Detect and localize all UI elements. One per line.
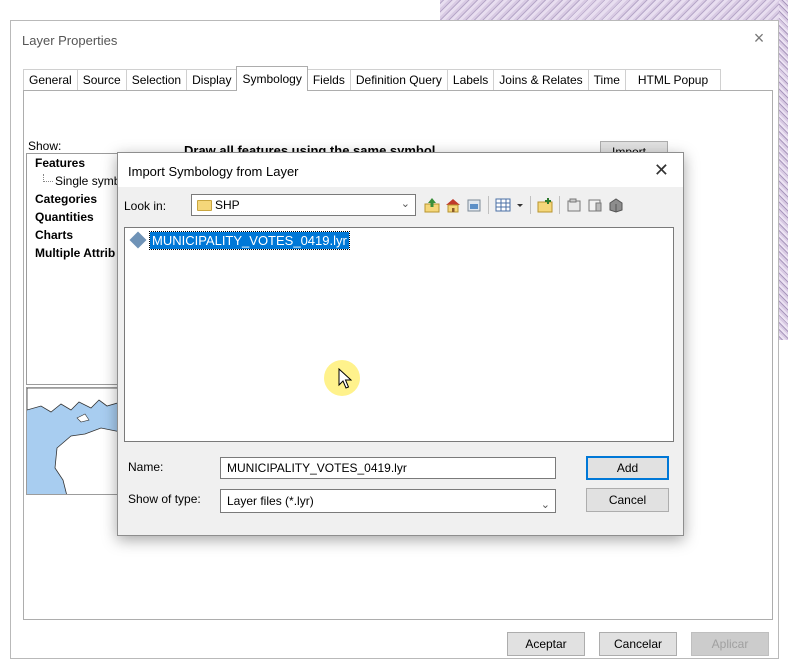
- toolbar-separator: [559, 196, 560, 214]
- renderer-tree: Features Single symb Categories Quantiti…: [26, 153, 120, 385]
- add-button[interactable]: Add: [586, 456, 669, 480]
- ok-button[interactable]: Aceptar: [507, 632, 585, 656]
- dialog-toolbar: [423, 194, 628, 216]
- dialog-title: Import Symbology from Layer: [128, 164, 299, 179]
- look-in-label: Look in:: [124, 199, 167, 213]
- show-label: Show:: [28, 139, 62, 153]
- chevron-down-icon: ⌄: [400, 198, 410, 210]
- file-name[interactable]: MUNICIPALITY_VOTES_0419.lyr: [149, 230, 350, 250]
- view-menu-chevron-icon[interactable]: [515, 196, 525, 214]
- file-type-label: Show of type:: [128, 492, 201, 506]
- up-folder-icon[interactable]: [423, 196, 441, 214]
- look-in-value: SHP: [215, 198, 240, 212]
- map-preview-graphic: [27, 388, 119, 494]
- home-icon[interactable]: [444, 196, 462, 214]
- tab-definition-query[interactable]: Definition Query: [349, 69, 448, 91]
- tab-joins-relates[interactable]: Joins & Relates: [493, 69, 589, 91]
- toolbar-separator: [530, 196, 531, 214]
- tree-item-single-symbol[interactable]: Single symb: [55, 174, 119, 188]
- tab-strip: General Source Selection Display Symbolo…: [23, 66, 722, 91]
- tree-item-charts[interactable]: Charts: [35, 228, 73, 242]
- catalog-folder-icon[interactable]: [565, 196, 583, 214]
- tree-connector: [43, 174, 53, 182]
- name-label: Name:: [128, 460, 164, 474]
- tab-time[interactable]: Time: [587, 69, 626, 91]
- folder-icon: [197, 199, 212, 211]
- tab-general[interactable]: General: [23, 69, 78, 91]
- look-in-dropdown[interactable]: SHP ⌄: [191, 194, 416, 216]
- background-map-edge: [779, 0, 788, 340]
- tab-symbology[interactable]: Symbology: [236, 66, 308, 91]
- layer-file-icon: [129, 231, 147, 249]
- tree-item-features[interactable]: Features: [35, 156, 85, 170]
- file-type-value: Layer files (*.lyr): [227, 494, 314, 508]
- toolbox-icon[interactable]: [607, 196, 625, 214]
- toolbar-separator: [488, 196, 489, 214]
- chevron-down-icon: ⌄: [540, 499, 550, 511]
- cancel-button[interactable]: Cancelar: [599, 632, 677, 656]
- tab-html-popup[interactable]: HTML Popup: [624, 69, 722, 91]
- mouse-pointer-icon: [338, 368, 352, 389]
- name-input[interactable]: MUNICIPALITY_VOTES_0419.lyr: [220, 457, 556, 479]
- tab-source[interactable]: Source: [76, 69, 127, 91]
- apply-button: Aplicar: [691, 632, 769, 656]
- connect-folder-icon[interactable]: [465, 196, 483, 214]
- view-list-icon[interactable]: [494, 196, 512, 214]
- tab-labels[interactable]: Labels: [446, 69, 495, 91]
- new-folder-icon[interactable]: [536, 196, 554, 214]
- list-item[interactable]: MUNICIPALITY_VOTES_0419.lyr: [128, 230, 350, 250]
- tab-fields[interactable]: Fields: [306, 69, 351, 91]
- tab-display[interactable]: Display: [186, 69, 238, 91]
- close-icon[interactable]: ✕: [654, 160, 669, 181]
- map-preview: [26, 387, 120, 495]
- dialog-titlebar: Import Symbology from Layer ✕: [118, 153, 683, 187]
- tab-selection[interactable]: Selection: [125, 69, 188, 91]
- import-symbology-dialog: Import Symbology from Layer ✕ Look in: S…: [117, 152, 684, 536]
- file-type-dropdown[interactable]: Layer files (*.lyr) ⌄: [220, 489, 556, 513]
- tree-item-quantities[interactable]: Quantities: [35, 210, 94, 224]
- file-list[interactable]: MUNICIPALITY_VOTES_0419.lyr: [124, 227, 674, 442]
- tree-item-categories[interactable]: Categories: [35, 192, 97, 206]
- close-icon[interactable]: ×: [750, 29, 768, 47]
- window-title: Layer Properties: [22, 33, 118, 48]
- dialog-cancel-button[interactable]: Cancel: [586, 488, 669, 512]
- tree-item-multiple-attributes[interactable]: Multiple Attrib: [35, 246, 115, 260]
- catalog-item-icon[interactable]: [586, 196, 604, 214]
